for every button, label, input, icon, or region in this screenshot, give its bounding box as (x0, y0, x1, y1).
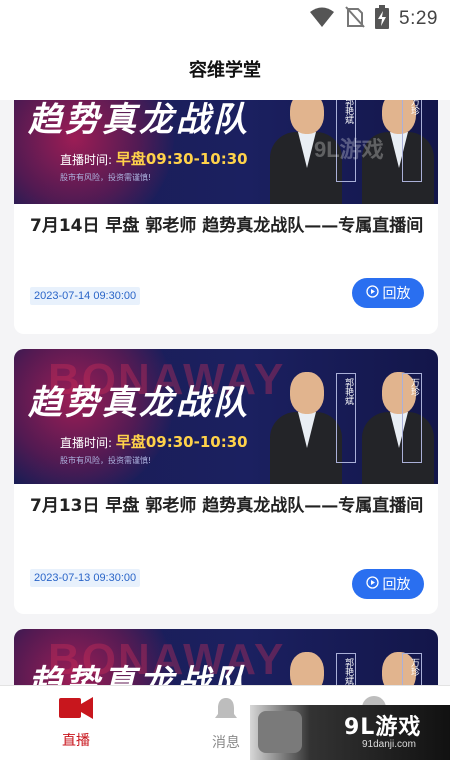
banner-title: 趋势真龙战队 (28, 663, 250, 685)
banner-time-value: 早盘09:30-10:30 (115, 150, 248, 168)
live-banner: BONAWAY 趋势真龙战队 郭艳斌 万珍 (14, 629, 438, 685)
teacher-photo (270, 652, 342, 685)
teacher-photo (270, 372, 342, 484)
watermark-brand: 9L游戏 (344, 715, 422, 740)
teacher-name-tag: 郭艳斌 (336, 373, 356, 463)
live-card[interactable]: BONAWAY 趋势真龙战队 直播时间: 早盘09:30-10:30 股市有风险… (14, 349, 438, 614)
tab-live[interactable]: 直播 (36, 696, 116, 750)
live-banner: BONAWAY 趋势真龙战队 直播时间: 早盘09:30-10:30 股市有风险… (14, 349, 438, 484)
banner-time-value: 早盘09:30-10:30 (115, 433, 248, 451)
tab-live-label: 直播 (62, 733, 90, 749)
teacher-name-tag: 万珍 (402, 653, 422, 685)
date-badge: 2023-07-14 09:30:00 (30, 287, 141, 305)
live-card[interactable]: BONAWAY 趋势真龙战队 郭艳斌 万珍 (14, 629, 438, 685)
play-circle-icon (365, 575, 379, 593)
watermark-logo: 9L游戏 (314, 137, 384, 162)
banner-time: 直播时间: 早盘09:30-10:30 (60, 148, 248, 169)
teacher-photo (362, 652, 434, 685)
replay-button[interactable]: 回放 (352, 569, 424, 599)
banner-warning: 股市有风险，投资需谨慎! (60, 173, 152, 182)
teacher-photo (362, 372, 434, 484)
replay-button[interactable]: 回放 (352, 278, 424, 308)
banner-warning: 股市有风险，投资需谨慎! (60, 456, 152, 465)
no-signal-icon (345, 6, 365, 32)
teacher-name-tag: 万珍 (402, 373, 422, 463)
status-icons: 5:29 (309, 5, 438, 33)
teacher-name-tag: 万珍 (402, 100, 422, 182)
play-circle-icon (365, 284, 379, 302)
teacher-name-tag: 郭艳斌 (336, 653, 356, 685)
watermark-ad: 9L游戏 91danji.com (250, 705, 450, 760)
status-time: 5:29 (399, 8, 438, 29)
site-logo-icon (258, 711, 302, 753)
banner-time-label: 直播时间: (60, 436, 113, 450)
page-title: 容维学堂 (189, 60, 261, 81)
banner-title: 趋势真龙战队 (28, 383, 250, 423)
video-camera-icon (59, 697, 93, 724)
status-bar: 5:29 (0, 0, 450, 38)
live-card[interactable]: 趋势真龙战队 直播时间: 早盘09:30-10:30 股市有风险，投资需谨慎! … (14, 100, 438, 334)
replay-label: 回放 (382, 286, 411, 302)
banner-title: 趋势真龙战队 (28, 100, 250, 140)
live-title[interactable]: 7月14日 早盘 郭老师 趋势真龙战队——专属直播间 (30, 212, 430, 240)
watermark-url: 91danji.com (362, 739, 416, 750)
banner-time-label: 直播时间: (60, 153, 113, 167)
date-badge: 2023-07-13 09:30:00 (30, 569, 141, 587)
banner-time: 直播时间: 早盘09:30-10:30 (60, 431, 248, 452)
live-banner: 趋势真龙战队 直播时间: 早盘09:30-10:30 股市有风险，投资需谨慎! … (14, 100, 438, 204)
battery-charging-icon (375, 5, 390, 33)
app-header: 容维学堂 (0, 38, 450, 100)
live-title[interactable]: 7月13日 早盘 郭老师 趋势真龙战队——专属直播间 (30, 492, 430, 520)
replay-label: 回放 (382, 577, 411, 593)
wifi-icon (309, 6, 335, 32)
bell-icon (213, 698, 239, 726)
live-list[interactable]: 趋势真龙战队 直播时间: 早盘09:30-10:30 股市有风险，投资需谨慎! … (0, 100, 450, 685)
